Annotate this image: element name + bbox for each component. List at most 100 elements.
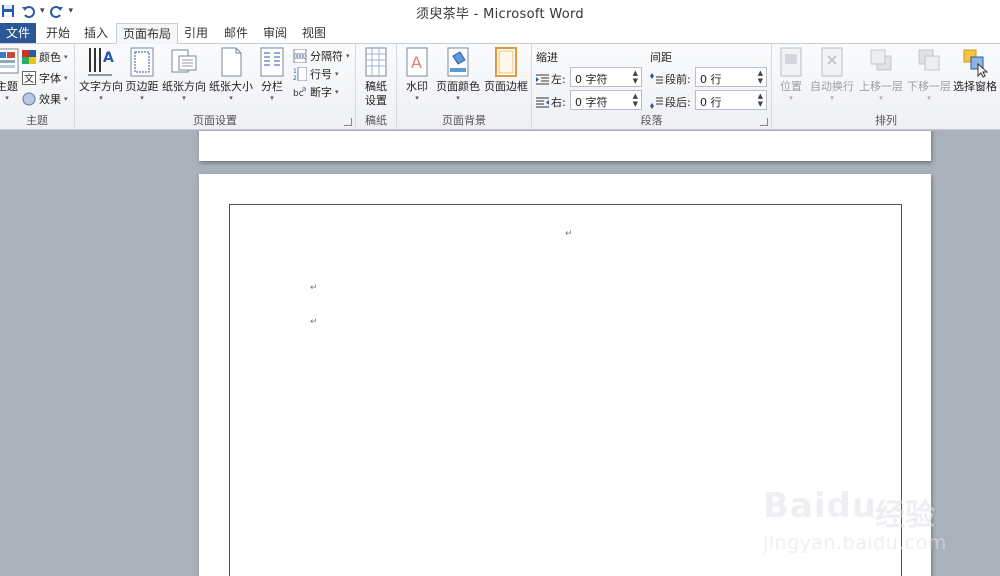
bring-forward-label: 上移一层 <box>859 80 903 93</box>
indent-right-value: 0 字符 <box>575 96 608 109</box>
line-numbers-icon: 12 <box>293 66 308 82</box>
group-label-page-background: 页面背景 <box>442 114 486 127</box>
manuscript-settings-button[interactable]: 稿纸 设置 <box>360 46 392 108</box>
theme-fonts-button[interactable]: 文 字体 ▾ <box>22 69 68 87</box>
themes-dropdown-icon: ▾ <box>5 94 9 102</box>
hyphenation-label: 断字 <box>310 86 332 99</box>
tab-review[interactable]: 审阅 <box>257 23 293 44</box>
spacing-before-label: 段前: <box>665 73 691 86</box>
page-color-icon <box>443 46 473 78</box>
indent-right-label: 右: <box>551 96 566 109</box>
orientation-button[interactable]: 纸张方向 ▾ <box>162 46 206 102</box>
paragraph-dialog-launcher[interactable] <box>760 118 768 126</box>
columns-label: 分栏 <box>261 80 283 93</box>
manuscript-settings-label: 稿纸 设置 <box>365 80 387 107</box>
spacing-after-label: 段后: <box>665 96 691 109</box>
page-color-dropdown-icon: ▾ <box>456 94 460 102</box>
tab-mailings[interactable]: 邮件 <box>218 23 254 44</box>
tab-home[interactable]: 开始 <box>40 23 76 44</box>
indent-left-input[interactable]: 0 字符 ▲ ▼ <box>570 67 642 87</box>
colors-label: 颜色 <box>39 51 61 64</box>
spacing-before-icon <box>650 72 663 86</box>
page-borders-label: 页面边框 <box>484 80 528 93</box>
watermark-icon: A <box>402 46 432 78</box>
bring-forward-button[interactable]: 上移一层 ▾ <box>858 46 904 102</box>
line-numbers-dropdown-icon: ▾ <box>335 70 339 78</box>
columns-button[interactable]: 分栏 ▾ <box>256 46 288 102</box>
margins-dropdown-icon: ▾ <box>140 94 144 102</box>
spacing-before-spinner-icon[interactable]: ▲ ▼ <box>758 69 763 85</box>
themes-label: 主题 <box>0 80 18 93</box>
themes-button[interactable]: 主题 ▾ <box>0 46 22 102</box>
line-numbers-button[interactable]: 12 行号 ▾ <box>293 65 339 83</box>
wrap-text-dropdown-icon: ▾ <box>830 94 834 102</box>
spacing-after-value: 0 行 <box>700 96 722 109</box>
breaks-button[interactable]: 分隔符 ▾ <box>293 47 350 65</box>
group-paragraph: 缩进 间距 左: 0 字符 ▲ ▼ 右: 0 字符 ▲ ▼ 段前: 0 行 ▲ ▼ <box>532 44 772 130</box>
watermark-brand: Baidu <box>763 486 878 526</box>
tab-view[interactable]: 视图 <box>296 23 332 44</box>
wrap-text-button[interactable]: 自动换行 ▾ <box>808 46 856 102</box>
page-setup-dialog-launcher[interactable] <box>344 118 352 126</box>
group-manuscript: 稿纸 设置 稿纸 <box>356 44 397 130</box>
indent-title: 缩进 <box>536 51 558 64</box>
text-direction-button[interactable]: A 文字方向 ▾ <box>79 46 123 102</box>
previous-page[interactable] <box>199 131 931 161</box>
send-backward-button[interactable]: 下移一层 ▾ <box>906 46 952 102</box>
paper-size-button[interactable]: 纸张大小 ▾ <box>209 46 253 102</box>
hyphenation-dropdown-icon: ▾ <box>335 88 339 96</box>
columns-icon <box>257 46 287 78</box>
line-numbers-label: 行号 <box>310 68 332 81</box>
watermark-label: 水印 <box>406 80 428 93</box>
spacing-before-input[interactable]: 0 行 ▲ ▼ <box>695 67 767 87</box>
watermark-dropdown-icon: ▾ <box>415 94 419 102</box>
margins-button[interactable]: 页边距 ▾ <box>125 46 159 102</box>
group-label-page-setup: 页面设置 <box>193 114 237 127</box>
spacing-before-label-wrap: 段前: <box>650 71 691 87</box>
theme-effects-button[interactable]: 效果 ▾ <box>22 90 68 108</box>
svg-text:文: 文 <box>24 72 34 85</box>
page-color-label: 页面颜色 <box>436 80 480 93</box>
effects-label: 效果 <box>39 93 61 106</box>
send-backward-dropdown-icon: ▾ <box>927 94 931 102</box>
page-color-button[interactable]: 页面颜色 ▾ <box>435 46 481 102</box>
indent-left-spinner-icon[interactable]: ▲ ▼ <box>633 69 638 85</box>
tab-insert[interactable]: 插入 <box>78 23 114 44</box>
svg-text:1: 1 <box>293 68 297 75</box>
spacing-after-spinner-icon[interactable]: ▲ ▼ <box>758 92 763 108</box>
orientation-icon <box>169 46 199 78</box>
hyphenation-button[interactable]: bc a 断字 ▾ <box>293 83 339 101</box>
theme-colors-button[interactable]: 颜色 ▾ <box>22 48 68 66</box>
tab-file[interactable]: 文件 <box>0 23 36 43</box>
svg-text:a: a <box>302 85 306 93</box>
watermark-button[interactable]: A 水印 ▾ <box>401 46 433 102</box>
paper-size-label: 纸张大小 <box>209 80 253 93</box>
indent-right-input[interactable]: 0 字符 ▲ ▼ <box>570 90 642 110</box>
window-title: 须臾茶毕 - Microsoft Word <box>416 7 584 22</box>
colors-icon <box>22 50 36 64</box>
position-icon <box>776 46 806 78</box>
group-label-arrange: 排列 <box>875 114 897 127</box>
fonts-icon: 文 <box>22 71 36 85</box>
spacing-after-label-wrap: 段后: <box>650 94 691 110</box>
orientation-dropdown-icon: ▾ <box>182 94 186 102</box>
manuscript-icon <box>361 46 391 78</box>
tab-page-layout[interactable]: 页面布局 <box>116 23 179 44</box>
indent-right-spinner-icon[interactable]: ▲ ▼ <box>633 92 638 108</box>
title-bar: ▾ ▾ 须臾茶毕 - Microsoft Word <box>0 0 1000 22</box>
tab-references[interactable]: 引用 <box>178 23 214 44</box>
send-backward-label: 下移一层 <box>907 80 951 93</box>
paragraph-mark: ↵ <box>310 317 318 327</box>
indent-left-label: 左: <box>551 73 566 86</box>
indent-left-icon <box>536 73 549 86</box>
svg-text:2: 2 <box>293 75 297 81</box>
selection-pane-button[interactable]: 选择窗格 <box>952 46 998 94</box>
page-borders-button[interactable]: 页面边框 <box>483 46 529 94</box>
text-direction-dropdown-icon: ▾ <box>99 94 103 102</box>
colors-dropdown-icon: ▾ <box>64 53 68 61</box>
breaks-icon <box>293 48 307 64</box>
group-theme: 主题 ▾ 颜色 ▾ 文 字体 ▾ 效果 ▾ 主题 <box>0 44 75 130</box>
spacing-after-input[interactable]: 0 行 ▲ ▼ <box>695 90 767 110</box>
position-button[interactable]: 位置 ▾ <box>776 46 806 102</box>
columns-dropdown-icon: ▾ <box>270 94 274 102</box>
